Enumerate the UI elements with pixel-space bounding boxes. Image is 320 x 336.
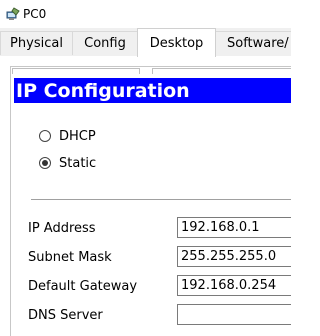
dns-server-field[interactable] (177, 304, 291, 325)
tab-software[interactable]: Software/ (215, 31, 291, 55)
static-radio-option[interactable]: Static (39, 154, 96, 172)
tab-strip: Physical Config Desktop Software/ (0, 28, 291, 57)
tab-desktop[interactable]: Desktop (137, 28, 216, 57)
tab-config[interactable]: Config (72, 31, 138, 55)
dhcp-radio-option[interactable]: DHCP (39, 127, 96, 145)
ip-address-label: IP Address (28, 220, 96, 236)
tab-physical[interactable]: Physical (0, 31, 73, 55)
default-gateway-field[interactable] (177, 275, 291, 296)
dhcp-radio[interactable] (39, 130, 51, 142)
pc0-window: PC0 Physical Config Desktop Software/ IP… (0, 0, 291, 336)
pc-workstation-icon (5, 6, 21, 22)
window-title: PC0 (23, 7, 47, 21)
dns-server-label: DNS Server (28, 307, 103, 323)
default-gateway-label: Default Gateway (28, 278, 138, 294)
static-radio[interactable] (39, 157, 51, 169)
section-divider (31, 199, 291, 200)
static-label: Static (59, 155, 97, 171)
subnet-mask-label: Subnet Mask (28, 249, 112, 265)
title-bar: PC0 (0, 0, 291, 28)
subnet-mask-field[interactable] (177, 246, 291, 267)
panel-title: IP Configuration (14, 78, 291, 103)
dhcp-label: DHCP (59, 128, 96, 144)
ip-address-field[interactable] (177, 217, 291, 238)
inner-tab-strip (12, 68, 291, 74)
